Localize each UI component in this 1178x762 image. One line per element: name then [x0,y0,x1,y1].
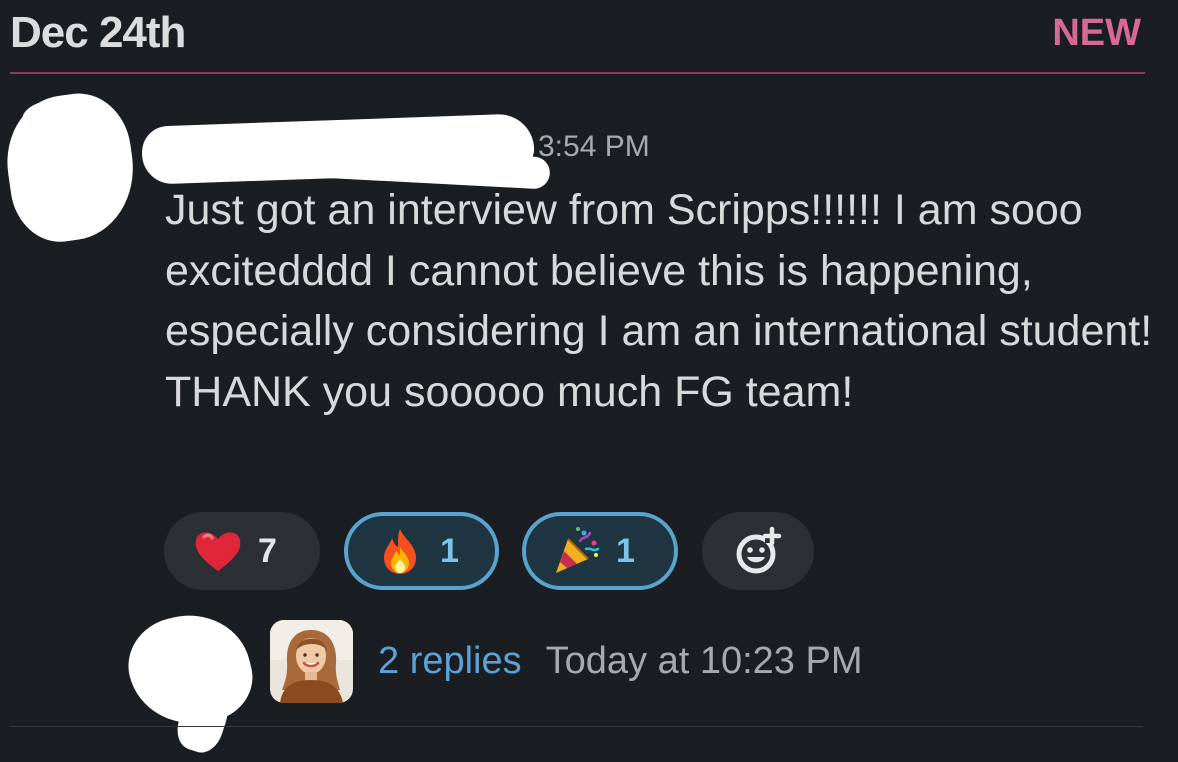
message-timestamp[interactable]: 3:54 PM [538,130,650,164]
add-reaction-icon [736,526,782,574]
reaction-fire[interactable]: 1 [344,512,499,590]
reaction-heart[interactable]: 7 [164,512,320,590]
redacted-avatar-mark [22,100,92,140]
divider [10,726,1143,727]
red-heart-icon [195,532,241,571]
last-reply-time: Today at 10:23 PM [545,640,863,682]
reaction-count: 7 [258,531,277,570]
date-divider: Dec 24th NEW [10,4,1145,74]
date-label: Dec 24th [10,8,186,57]
thread-summary[interactable]: 2 replies Today at 10:23 PM [270,620,863,703]
party-popper-icon [556,527,600,573]
thread-replies-link[interactable]: 2 replies [378,640,522,683]
message-body: Just got an interview from Scripps!!!!!!… [165,186,1153,416]
fire-icon [384,529,416,574]
reaction-count: 1 [440,531,459,570]
reaction-count: 1 [616,531,635,570]
new-messages-badge: NEW [1052,12,1141,54]
reaction-party-popper[interactable]: 1 [522,512,678,590]
add-reaction-button[interactable] [702,512,814,590]
reply-participant-avatar [270,620,353,703]
